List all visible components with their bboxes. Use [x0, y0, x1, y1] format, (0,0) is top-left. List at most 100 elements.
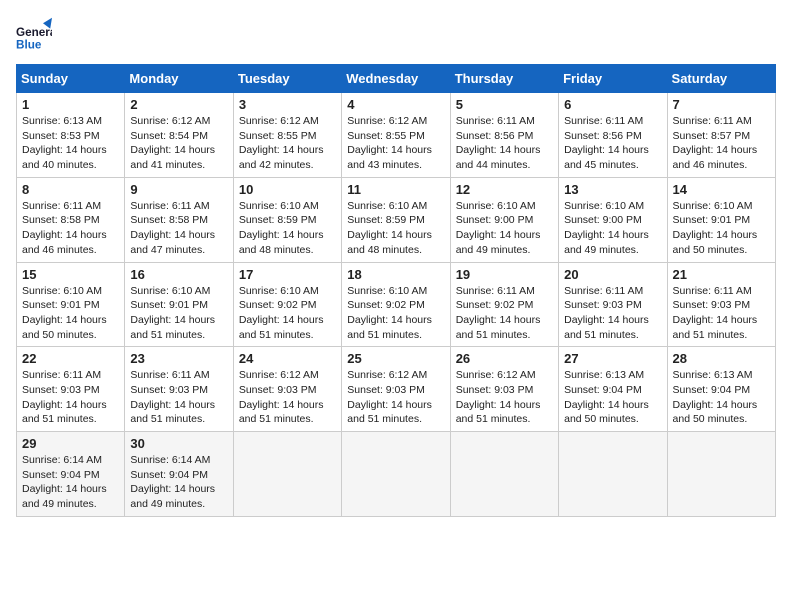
day-info: Sunrise: 6:11 AM Sunset: 8:57 PM Dayligh… — [673, 114, 770, 173]
day-info: Sunrise: 6:11 AM Sunset: 9:03 PM Dayligh… — [564, 284, 661, 343]
day-info: Sunrise: 6:11 AM Sunset: 9:03 PM Dayligh… — [22, 368, 119, 427]
day-info: Sunrise: 6:12 AM Sunset: 9:03 PM Dayligh… — [239, 368, 336, 427]
day-info: Sunrise: 6:10 AM Sunset: 9:01 PM Dayligh… — [130, 284, 227, 343]
calendar-day: 6 Sunrise: 6:11 AM Sunset: 8:56 PM Dayli… — [559, 93, 667, 178]
calendar-day: 14 Sunrise: 6:10 AM Sunset: 9:01 PM Dayl… — [667, 177, 775, 262]
day-number: 12 — [456, 182, 553, 197]
day-info: Sunrise: 6:11 AM Sunset: 8:56 PM Dayligh… — [564, 114, 661, 173]
calendar-day: 7 Sunrise: 6:11 AM Sunset: 8:57 PM Dayli… — [667, 93, 775, 178]
calendar-day: 17 Sunrise: 6:10 AM Sunset: 9:02 PM Dayl… — [233, 262, 341, 347]
calendar-day: 1 Sunrise: 6:13 AM Sunset: 8:53 PM Dayli… — [17, 93, 125, 178]
day-number: 24 — [239, 351, 336, 366]
calendar-day: 24 Sunrise: 6:12 AM Sunset: 9:03 PM Dayl… — [233, 347, 341, 432]
calendar-week-4: 22 Sunrise: 6:11 AM Sunset: 9:03 PM Dayl… — [17, 347, 776, 432]
calendar-day: 30 Sunrise: 6:14 AM Sunset: 9:04 PM Dayl… — [125, 432, 233, 517]
day-info: Sunrise: 6:13 AM Sunset: 9:04 PM Dayligh… — [564, 368, 661, 427]
logo: General Blue — [16, 16, 52, 52]
day-number: 20 — [564, 267, 661, 282]
calendar-day: 19 Sunrise: 6:11 AM Sunset: 9:02 PM Dayl… — [450, 262, 558, 347]
calendar-day — [233, 432, 341, 517]
day-number: 8 — [22, 182, 119, 197]
day-number: 23 — [130, 351, 227, 366]
day-number: 11 — [347, 182, 444, 197]
day-number: 9 — [130, 182, 227, 197]
calendar-week-3: 15 Sunrise: 6:10 AM Sunset: 9:01 PM Dayl… — [17, 262, 776, 347]
calendar-day: 4 Sunrise: 6:12 AM Sunset: 8:55 PM Dayli… — [342, 93, 450, 178]
day-info: Sunrise: 6:14 AM Sunset: 9:04 PM Dayligh… — [130, 453, 227, 512]
day-info: Sunrise: 6:12 AM Sunset: 9:03 PM Dayligh… — [456, 368, 553, 427]
day-info: Sunrise: 6:10 AM Sunset: 9:02 PM Dayligh… — [239, 284, 336, 343]
day-info: Sunrise: 6:11 AM Sunset: 8:56 PM Dayligh… — [456, 114, 553, 173]
day-info: Sunrise: 6:10 AM Sunset: 9:00 PM Dayligh… — [564, 199, 661, 258]
svg-text:General: General — [16, 26, 52, 39]
day-number: 15 — [22, 267, 119, 282]
calendar-day: 21 Sunrise: 6:11 AM Sunset: 9:03 PM Dayl… — [667, 262, 775, 347]
day-number: 29 — [22, 436, 119, 451]
day-info: Sunrise: 6:13 AM Sunset: 8:53 PM Dayligh… — [22, 114, 119, 173]
day-header-wednesday: Wednesday — [342, 65, 450, 93]
day-number: 7 — [673, 97, 770, 112]
day-info: Sunrise: 6:10 AM Sunset: 8:59 PM Dayligh… — [239, 199, 336, 258]
day-header-friday: Friday — [559, 65, 667, 93]
calendar-day: 2 Sunrise: 6:12 AM Sunset: 8:54 PM Dayli… — [125, 93, 233, 178]
day-info: Sunrise: 6:14 AM Sunset: 9:04 PM Dayligh… — [22, 453, 119, 512]
calendar-day — [667, 432, 775, 517]
day-number: 13 — [564, 182, 661, 197]
day-number: 16 — [130, 267, 227, 282]
day-header-tuesday: Tuesday — [233, 65, 341, 93]
day-number: 14 — [673, 182, 770, 197]
day-number: 4 — [347, 97, 444, 112]
calendar-day: 9 Sunrise: 6:11 AM Sunset: 8:58 PM Dayli… — [125, 177, 233, 262]
calendar-day: 3 Sunrise: 6:12 AM Sunset: 8:55 PM Dayli… — [233, 93, 341, 178]
calendar-day: 28 Sunrise: 6:13 AM Sunset: 9:04 PM Dayl… — [667, 347, 775, 432]
calendar-week-5: 29 Sunrise: 6:14 AM Sunset: 9:04 PM Dayl… — [17, 432, 776, 517]
day-number: 30 — [130, 436, 227, 451]
day-number: 26 — [456, 351, 553, 366]
day-number: 27 — [564, 351, 661, 366]
day-info: Sunrise: 6:10 AM Sunset: 9:01 PM Dayligh… — [673, 199, 770, 258]
calendar-week-2: 8 Sunrise: 6:11 AM Sunset: 8:58 PM Dayli… — [17, 177, 776, 262]
calendar-day: 15 Sunrise: 6:10 AM Sunset: 9:01 PM Dayl… — [17, 262, 125, 347]
calendar-day: 23 Sunrise: 6:11 AM Sunset: 9:03 PM Dayl… — [125, 347, 233, 432]
day-info: Sunrise: 6:11 AM Sunset: 8:58 PM Dayligh… — [130, 199, 227, 258]
day-number: 18 — [347, 267, 444, 282]
svg-text:Blue: Blue — [16, 38, 42, 51]
day-info: Sunrise: 6:10 AM Sunset: 9:01 PM Dayligh… — [22, 284, 119, 343]
calendar-day: 8 Sunrise: 6:11 AM Sunset: 8:58 PM Dayli… — [17, 177, 125, 262]
day-info: Sunrise: 6:12 AM Sunset: 9:03 PM Dayligh… — [347, 368, 444, 427]
day-info: Sunrise: 6:11 AM Sunset: 9:03 PM Dayligh… — [673, 284, 770, 343]
day-info: Sunrise: 6:10 AM Sunset: 9:00 PM Dayligh… — [456, 199, 553, 258]
calendar-day: 10 Sunrise: 6:10 AM Sunset: 8:59 PM Dayl… — [233, 177, 341, 262]
day-number: 19 — [456, 267, 553, 282]
logo-icon: General Blue — [16, 16, 52, 52]
day-info: Sunrise: 6:10 AM Sunset: 8:59 PM Dayligh… — [347, 199, 444, 258]
calendar-week-1: 1 Sunrise: 6:13 AM Sunset: 8:53 PM Dayli… — [17, 93, 776, 178]
day-number: 6 — [564, 97, 661, 112]
day-number: 22 — [22, 351, 119, 366]
calendar-day: 16 Sunrise: 6:10 AM Sunset: 9:01 PM Dayl… — [125, 262, 233, 347]
calendar-day: 5 Sunrise: 6:11 AM Sunset: 8:56 PM Dayli… — [450, 93, 558, 178]
calendar-day: 11 Sunrise: 6:10 AM Sunset: 8:59 PM Dayl… — [342, 177, 450, 262]
calendar-day: 26 Sunrise: 6:12 AM Sunset: 9:03 PM Dayl… — [450, 347, 558, 432]
calendar-day: 29 Sunrise: 6:14 AM Sunset: 9:04 PM Dayl… — [17, 432, 125, 517]
day-number: 28 — [673, 351, 770, 366]
day-info: Sunrise: 6:12 AM Sunset: 8:55 PM Dayligh… — [239, 114, 336, 173]
day-info: Sunrise: 6:13 AM Sunset: 9:04 PM Dayligh… — [673, 368, 770, 427]
calendar-day — [450, 432, 558, 517]
day-info: Sunrise: 6:10 AM Sunset: 9:02 PM Dayligh… — [347, 284, 444, 343]
day-info: Sunrise: 6:12 AM Sunset: 8:55 PM Dayligh… — [347, 114, 444, 173]
day-info: Sunrise: 6:11 AM Sunset: 8:58 PM Dayligh… — [22, 199, 119, 258]
day-number: 10 — [239, 182, 336, 197]
day-info: Sunrise: 6:11 AM Sunset: 9:03 PM Dayligh… — [130, 368, 227, 427]
day-number: 21 — [673, 267, 770, 282]
calendar-header-row: SundayMondayTuesdayWednesdayThursdayFrid… — [17, 65, 776, 93]
day-number: 25 — [347, 351, 444, 366]
calendar-day: 13 Sunrise: 6:10 AM Sunset: 9:00 PM Dayl… — [559, 177, 667, 262]
calendar-table: SundayMondayTuesdayWednesdayThursdayFrid… — [16, 64, 776, 517]
day-number: 5 — [456, 97, 553, 112]
calendar-day: 18 Sunrise: 6:10 AM Sunset: 9:02 PM Dayl… — [342, 262, 450, 347]
calendar-day: 27 Sunrise: 6:13 AM Sunset: 9:04 PM Dayl… — [559, 347, 667, 432]
day-header-thursday: Thursday — [450, 65, 558, 93]
day-number: 3 — [239, 97, 336, 112]
day-info: Sunrise: 6:12 AM Sunset: 8:54 PM Dayligh… — [130, 114, 227, 173]
